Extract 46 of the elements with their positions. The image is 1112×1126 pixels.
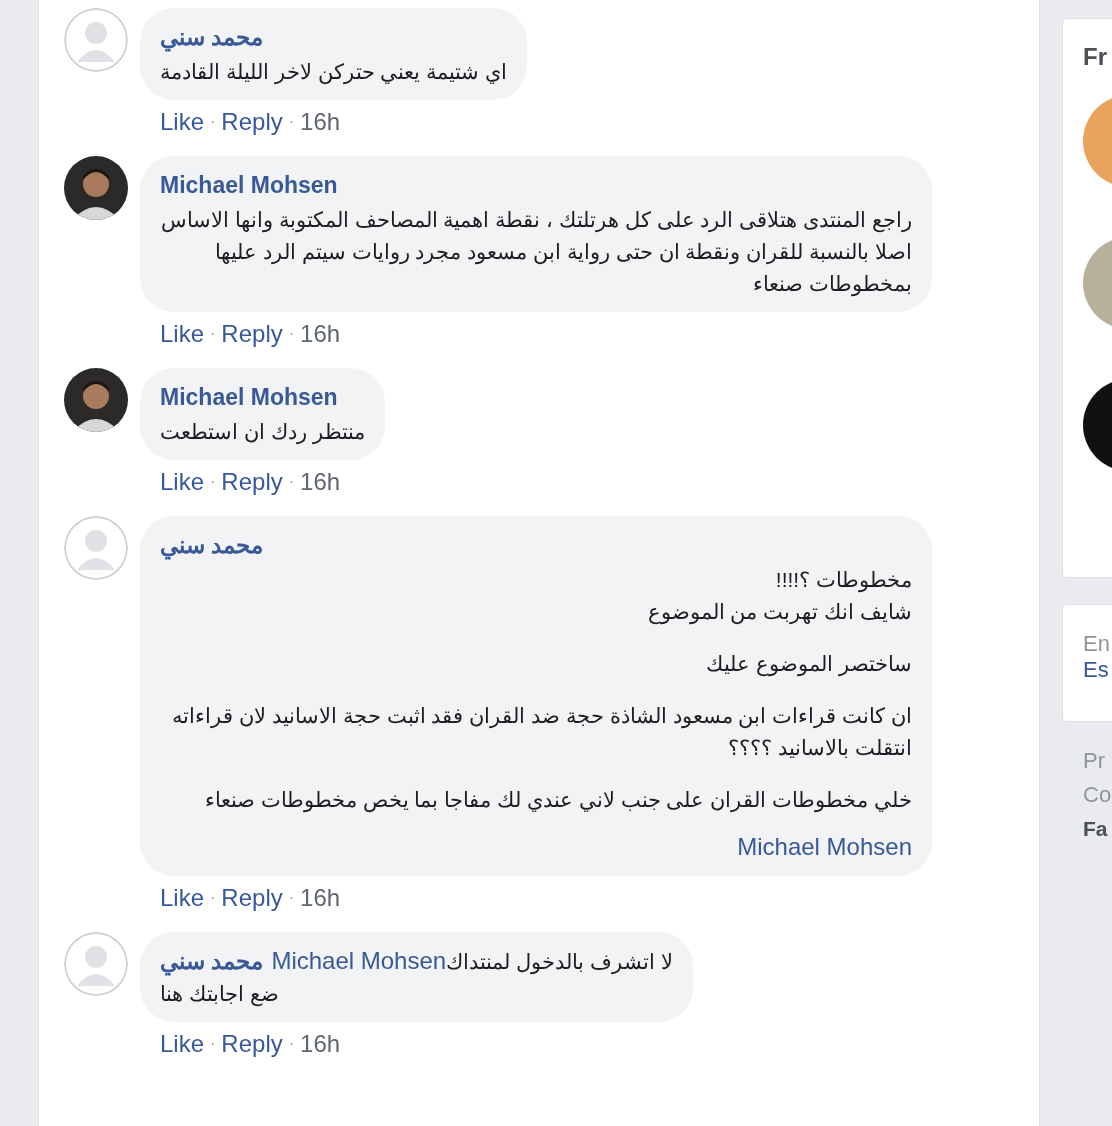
comment-text: مخطوطات ؟!!!! [774, 567, 912, 595]
comment-time[interactable]: 16h [300, 108, 341, 136]
language-current: En [1083, 631, 1111, 657]
like-link[interactable]: Like [160, 108, 205, 136]
like-link[interactable]: Like [160, 884, 205, 912]
separator-dot: · [288, 113, 295, 131]
like-link[interactable]: Like [160, 320, 205, 348]
footer-text: Fa [1083, 816, 1109, 842]
separator-dot: · [210, 889, 216, 907]
comment-text: لا اتشرف بالدخول لمنتداك [446, 949, 673, 977]
separator-dot: · [288, 473, 295, 491]
separator-dot: · [210, 113, 216, 131]
card-title: Fr [1083, 43, 1108, 71]
comment-time[interactable]: 16h [300, 1030, 341, 1058]
separator-dot: · [288, 325, 295, 343]
comment-time[interactable]: 16h [300, 468, 341, 496]
comment-author[interactable]: محمد سني [160, 530, 264, 560]
comment-text: شايف انك تهربت من الموضوع [646, 599, 912, 627]
comment-text: ان كانت قراءات ابن مسعود الشاذة حجة ضد القران فقد اثبت حجة الاسانيد لان قراءاته انتقلت بالاسانيد ؟؟؟؟ [171, 703, 912, 761]
comment-text: ضع اجابتك هنا [160, 981, 279, 1009]
comment-author[interactable]: محمد سني [160, 946, 264, 976]
comment-author[interactable]: Michael Mohsen [160, 382, 338, 412]
separator-dot: · [210, 1035, 216, 1053]
reply-link[interactable]: Reply [221, 468, 283, 496]
profile-link[interactable]: Michael Mohsen [737, 830, 912, 864]
comment-text: ساختصر الموضوع عليك [705, 651, 912, 679]
reply-link[interactable]: Reply [221, 884, 283, 912]
separator-dot: · [288, 1035, 295, 1053]
comment-time[interactable]: 16h [300, 884, 341, 912]
reply-link[interactable]: Reply [221, 108, 283, 136]
comment-time[interactable]: 16h [300, 320, 341, 348]
comment-text: اي شتيمة يعني حتركن لاخر الليلة القادمة [160, 59, 507, 87]
language-link[interactable]: Es [1083, 657, 1112, 683]
comment-author[interactable]: Michael Mohsen [160, 170, 338, 200]
separator-dot: · [288, 889, 295, 907]
separator-dot: · [210, 325, 216, 343]
reply-link[interactable]: Reply [221, 1030, 283, 1058]
separator-dot: · [210, 473, 216, 491]
like-link[interactable]: Like [160, 468, 205, 496]
comment-text: منتظر ردك ان استطعت [160, 419, 365, 447]
mention-link[interactable]: Michael Mohsen [271, 947, 447, 975]
comment-author[interactable]: محمد سني [160, 22, 264, 52]
reply-link[interactable]: Reply [221, 320, 283, 348]
comment-text: راجع المنتدى هتلاقى الرد على كل هرتلتك ، نقطة اهمية المصاحف المكتوبة وانها الاساس اصلا بالنسبة للقران ونقطة ان حتى رواية ابن مسعود مجرد روايات سيتم الرد عليها بمخطوطات صنعاء [160, 207, 912, 299]
comment-text: خلي مخطوطات القران على جنب لاني عندي لك مفاجا بما يخص مخطوطات صنعاء [204, 787, 912, 815]
like-link[interactable]: Like [160, 1030, 205, 1058]
